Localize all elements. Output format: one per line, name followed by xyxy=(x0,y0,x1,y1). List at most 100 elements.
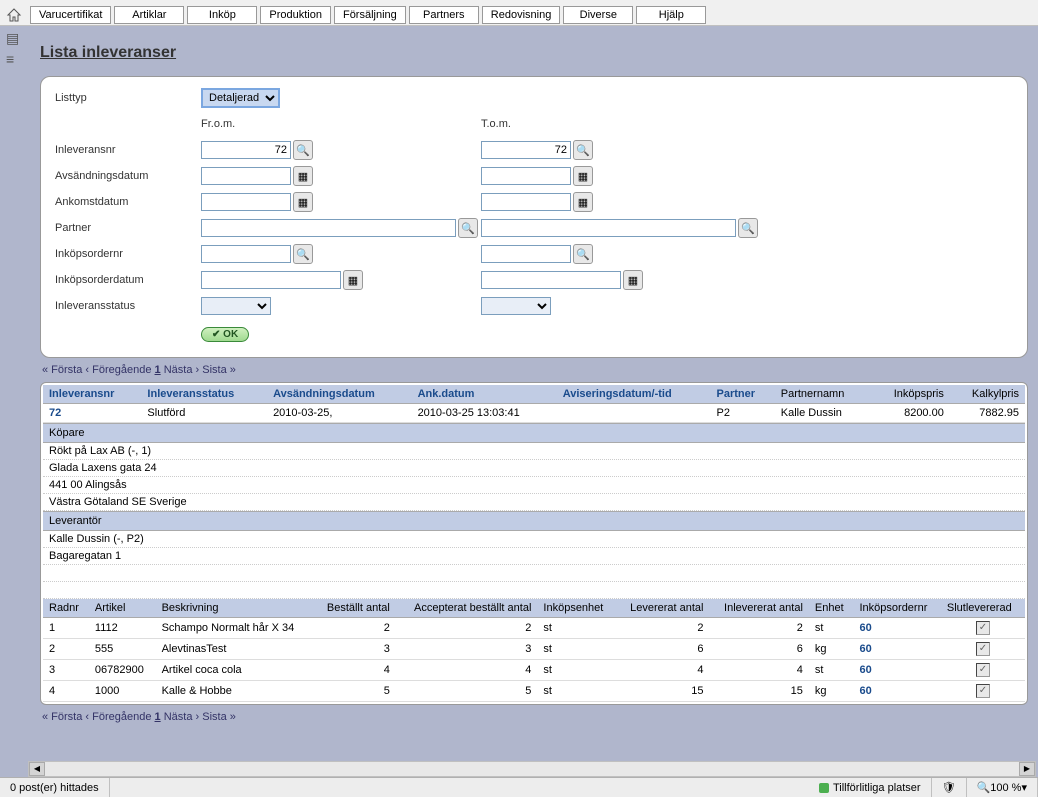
pager-last[interactable]: Sista » xyxy=(202,364,236,376)
from-header: Fr.o.m. xyxy=(201,118,481,130)
left-toolbar: ▤ ≡ xyxy=(6,30,26,71)
col-avsdatum[interactable]: Avsändningsdatum xyxy=(267,385,412,404)
horizontal-scrollbar[interactable]: ◀ ▶ xyxy=(28,761,1036,777)
statusbar: 0 post(er) hittades Tillförlitliga plats… xyxy=(0,777,1038,797)
menu-redovisning[interactable]: Redovisning xyxy=(482,6,561,24)
inkorderdatum-from-input[interactable] xyxy=(201,271,341,289)
pager-prev[interactable]: ‹ Föregående xyxy=(85,711,151,723)
pager-bottom: « Första ‹ Föregående 1 Nästa › Sista » xyxy=(42,711,1026,723)
inlevnr-to-input[interactable] xyxy=(481,141,571,159)
menu-försäljning[interactable]: Försäljning xyxy=(334,6,406,24)
inkordernr-from-input[interactable] xyxy=(201,245,291,263)
calendar-icon[interactable]: ▦ xyxy=(293,166,313,186)
toolbar-icon-2[interactable]: ≡ xyxy=(6,51,26,67)
menu-diverse[interactable]: Diverse xyxy=(563,6,633,24)
pager-next[interactable]: Nästa › xyxy=(164,711,199,723)
col-enhet: Enhet xyxy=(809,599,854,618)
inkordernr-to-input[interactable] xyxy=(481,245,571,263)
kopare-line: Glada Laxens gata 24 xyxy=(43,460,1025,477)
kopare-line: Rökt på Lax AB (-, 1) xyxy=(43,443,1025,460)
pager-next[interactable]: Nästa › xyxy=(164,364,199,376)
scroll-left-icon[interactable]: ◀ xyxy=(29,762,45,776)
partner-to-input[interactable] xyxy=(481,219,736,237)
listtyp-label: Listtyp xyxy=(55,92,195,104)
col-accepterat: Accepterat beställt antal xyxy=(396,599,538,618)
col-ankdatum[interactable]: Ank.datum xyxy=(412,385,557,404)
listtyp-select[interactable]: Detaljerad xyxy=(201,88,280,108)
inlevnr-label: Inleveransnr xyxy=(55,144,195,156)
calendar-icon[interactable]: ▦ xyxy=(573,192,593,212)
home-icon[interactable] xyxy=(6,7,22,23)
col-kalkylpris: Kalkylpris xyxy=(950,385,1025,404)
checkbox-readonly: ✓ xyxy=(976,621,990,635)
table-row: 2555AlevtinasTest33st66kg60✓ xyxy=(43,639,1025,660)
col-inkopspris: Inköpspris xyxy=(871,385,950,404)
menu-varucertifikat[interactable]: Varucertifikat xyxy=(30,6,111,24)
calendar-icon[interactable]: ▦ xyxy=(573,166,593,186)
col-radnr: Radnr xyxy=(43,599,89,618)
avsdatum-from-input[interactable] xyxy=(201,167,291,185)
pager-prev[interactable]: ‹ Föregående xyxy=(85,364,151,376)
col-artikel: Artikel xyxy=(89,599,156,618)
inkorderdatum-label: Inköpsorderdatum xyxy=(55,274,195,286)
lookup-icon[interactable]: 🔍 xyxy=(738,218,758,238)
menu-hjälp[interactable]: Hjälp xyxy=(636,6,706,24)
partner-from-input[interactable] xyxy=(201,219,456,237)
col-inlevnr[interactable]: Inleveransnr xyxy=(43,385,141,404)
inlevnr-from-input[interactable] xyxy=(201,141,291,159)
inlevstatus-to-select[interactable] xyxy=(481,297,551,315)
lookup-icon[interactable]: 🔍 xyxy=(458,218,478,238)
ankdatum-to-input[interactable] xyxy=(481,193,571,211)
menu-inköp[interactable]: Inköp xyxy=(187,6,257,24)
pager-first[interactable]: « Första xyxy=(42,364,82,376)
inkordernr-link[interactable]: 60 xyxy=(854,660,941,681)
menu-artiklar[interactable]: Artiklar xyxy=(114,6,184,24)
pager-last[interactable]: Sista » xyxy=(202,711,236,723)
menu-produktion[interactable]: Produktion xyxy=(260,6,331,24)
status-posts: 0 post(er) hittades xyxy=(0,778,110,797)
ankdatum-from-input[interactable] xyxy=(201,193,291,211)
calendar-icon[interactable]: ▦ xyxy=(623,270,643,290)
pager-page: 1 xyxy=(155,364,161,376)
pager-page: 1 xyxy=(155,711,161,723)
kopare-line: 441 00 Alingsås xyxy=(43,477,1025,494)
inlevstatus-from-select[interactable] xyxy=(201,297,271,315)
scroll-right-icon[interactable]: ▶ xyxy=(1019,762,1035,776)
inkordernr-link[interactable]: 60 xyxy=(854,639,941,660)
pager-top: « Första ‹ Föregående 1 Nästa › Sista » xyxy=(42,364,1026,376)
status-protect-icon[interactable]: 🛡 xyxy=(932,778,967,797)
inlevstatus-label: Inleveransstatus xyxy=(55,300,195,312)
lookup-icon[interactable]: 🔍 xyxy=(293,140,313,160)
delivery-table: Inleveransnr Inleveransstatus Avsändning… xyxy=(43,385,1025,423)
inkordernr-link[interactable]: 60 xyxy=(854,681,941,702)
lookup-icon[interactable]: 🔍 xyxy=(573,140,593,160)
calendar-icon[interactable]: ▦ xyxy=(293,192,313,212)
calendar-icon[interactable]: ▦ xyxy=(343,270,363,290)
status-zoom[interactable]: 🔍 100 % ▾ xyxy=(967,778,1038,797)
avsdatum-label: Avsändningsdatum xyxy=(55,170,195,182)
col-inlevererat: Inlevererat antal xyxy=(710,599,809,618)
inkordernr-link[interactable]: 60 xyxy=(854,618,941,639)
menubar: VarucertifikatArtiklarInköpProduktionFör… xyxy=(0,4,1038,26)
lookup-icon[interactable]: 🔍 xyxy=(293,244,313,264)
status-zone: Tillförlitliga platser xyxy=(809,778,932,797)
col-partner[interactable]: Partner xyxy=(711,385,775,404)
checkbox-readonly: ✓ xyxy=(976,642,990,656)
data-panel: Inleveransnr Inleveransstatus Avsändning… xyxy=(40,382,1028,705)
lookup-icon[interactable]: 🔍 xyxy=(573,244,593,264)
col-beskrivning: Beskrivning xyxy=(156,599,314,618)
pager-first[interactable]: « Första xyxy=(42,711,82,723)
avsdatum-to-input[interactable] xyxy=(481,167,571,185)
col-avisering[interactable]: Aviseringsdatum/-tid xyxy=(557,385,711,404)
filter-panel: Listtyp Detaljerad Fr.o.m. T.o.m. Inleve… xyxy=(40,76,1028,358)
col-partnernamn: Partnernamn xyxy=(775,385,871,404)
inlevnr-link[interactable]: 72 xyxy=(43,404,141,423)
toolbar-icon-1[interactable]: ▤ xyxy=(6,30,26,47)
inkorderdatum-to-input[interactable] xyxy=(481,271,621,289)
leverantor-line: Bagaregatan 1 xyxy=(43,548,1025,565)
partner-label: Partner xyxy=(55,222,195,234)
menu-partners[interactable]: Partners xyxy=(409,6,479,24)
col-levererat: Levererat antal xyxy=(616,599,709,618)
col-status[interactable]: Inleveransstatus xyxy=(141,385,267,404)
ok-button[interactable]: OK xyxy=(201,327,249,342)
